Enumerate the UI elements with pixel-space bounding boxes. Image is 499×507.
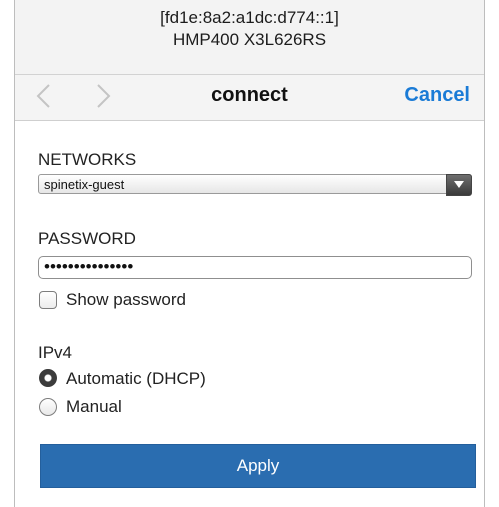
- show-password-checkbox[interactable]: [39, 291, 57, 309]
- radio-manual[interactable]: [39, 398, 57, 416]
- password-label: PASSWORD: [38, 229, 136, 248]
- radio-automatic-dhcp[interactable]: [39, 369, 57, 387]
- radio-manual-label[interactable]: Manual: [66, 397, 122, 417]
- network-select[interactable]: spinetix-guest: [38, 174, 472, 196]
- networks-label: NETWORKS: [38, 150, 137, 169]
- radio-automatic-dhcp-label[interactable]: Automatic (DHCP): [66, 369, 206, 389]
- cancel-button[interactable]: Cancel: [404, 84, 470, 107]
- apply-button[interactable]: Apply: [40, 444, 476, 488]
- address-bar: [fd1e:8a2:a1dc:d774::1] HMP400 X3L626RS: [15, 0, 484, 75]
- show-password-label[interactable]: Show password: [66, 290, 186, 310]
- password-field[interactable]: •••••••••••••••: [38, 256, 472, 279]
- host-address: [fd1e:8a2:a1dc:d774::1]: [160, 8, 339, 27]
- network-select-value: spinetix-guest: [44, 177, 125, 192]
- frame-border-right: [484, 0, 485, 507]
- device-model: HMP400 X3L626RS: [172, 30, 327, 49]
- navigation-bar: connect Cancel: [15, 75, 484, 121]
- dropdown-arrow-icon[interactable]: [446, 174, 472, 196]
- ipv4-label: IPv4: [38, 343, 73, 362]
- password-field-value: •••••••••••••••: [44, 257, 134, 276]
